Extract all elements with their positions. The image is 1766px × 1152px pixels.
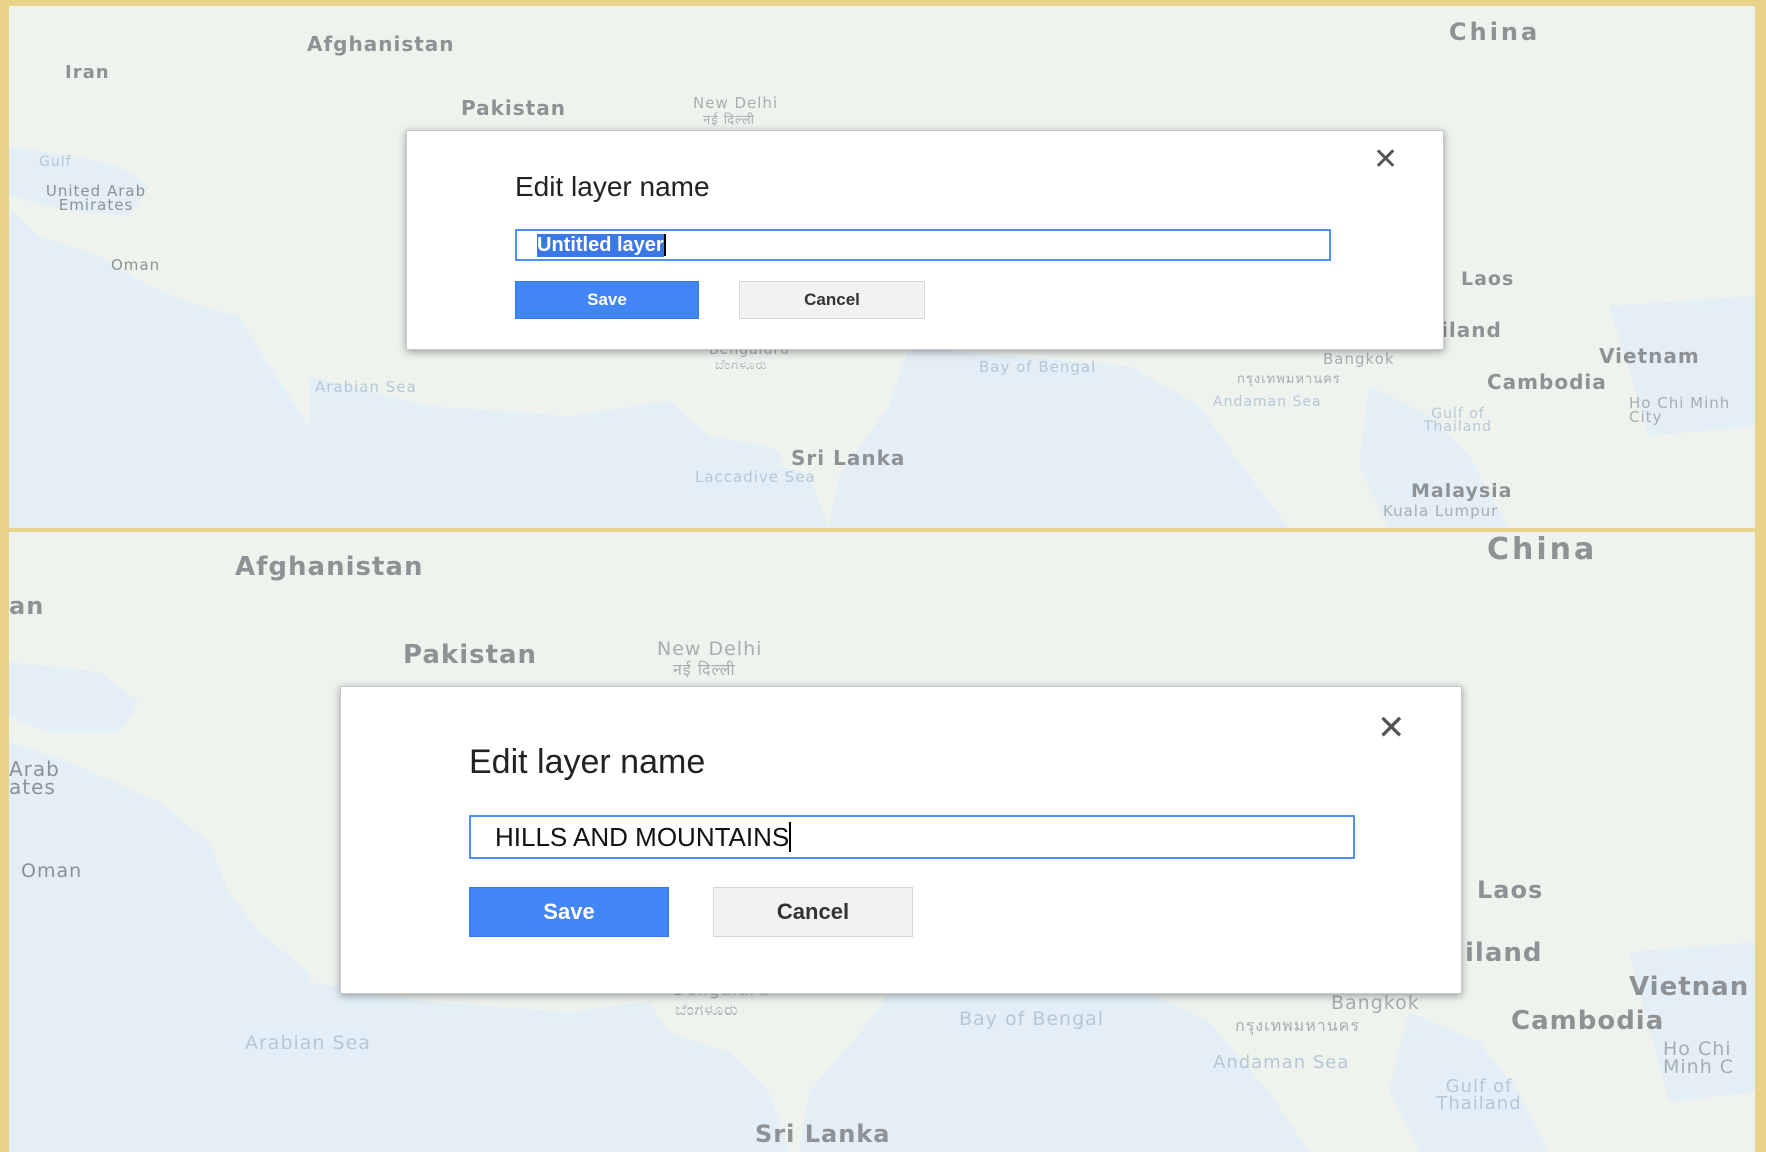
map-label-cambodia: Cambodia — [1511, 1006, 1665, 1036]
map-label-pakistan: Pakistan — [403, 640, 538, 670]
edit-layer-dialog-bottom: Edit layer name ✕ HILLS AND MOUNTAINS Sa… — [340, 686, 1462, 994]
map-label-cambodia: Cambodia — [1487, 370, 1607, 394]
map-label-vietnam: Vietnam — [1599, 344, 1700, 368]
layer-name-input[interactable]: HILLS AND MOUNTAINS — [469, 815, 1355, 859]
save-button[interactable]: Save — [469, 887, 669, 937]
close-icon[interactable]: ✕ — [1373, 145, 1398, 175]
map-label-laccadive-sea: Laccadive Sea — [695, 468, 816, 486]
map-label-thailand: iland — [1441, 318, 1502, 342]
text-caret — [663, 234, 666, 256]
input-selected-text: Untitled layer — [537, 233, 664, 257]
map-label-iran: an — [9, 592, 45, 620]
map-label-bangkok: Bangkok — [1323, 350, 1395, 368]
map-label-kuala-lumpur: Kuala Lumpur — [1383, 502, 1499, 520]
map-label-oman: Oman — [111, 256, 161, 274]
map-label-new-delhi-hindi: नई दिल्ली — [703, 113, 756, 128]
map-label-laos: Laos — [1461, 268, 1515, 290]
map-label-pakistan: Pakistan — [461, 96, 566, 120]
map-label-afghanistan: Afghanistan — [307, 32, 455, 56]
map-label-bangkok: Bangkok — [1331, 992, 1420, 1014]
map-label-bangkok-thai: กรุงเทพมหานคร — [1237, 372, 1341, 387]
map-label-gulf-of-thailand: Gulf of Thailand — [1423, 406, 1493, 435]
map-label-ho-chi-minh: Ho Chi Minh City — [1629, 394, 1731, 426]
map-label-new-delhi-hindi: नई दिल्ली — [673, 660, 736, 679]
map-label-laos: Laos — [1477, 876, 1544, 904]
map-label-uae: United Arab Emirates — [45, 182, 147, 214]
map-label-bengaluru-kannada: ಬೆಂಗಳೂರು — [675, 1000, 739, 1019]
map-label-new-delhi: New Delhi — [657, 638, 763, 660]
map-label-malaysia: Malaysia — [1411, 480, 1513, 502]
dialog-title: Edit layer name — [469, 743, 706, 781]
map-label-andaman-sea: Andaman Sea — [1213, 1052, 1350, 1073]
map-label-bay-of-bengal: Bay of Bengal — [979, 358, 1097, 376]
text-caret — [789, 822, 792, 852]
input-text: HILLS AND MOUNTAINS — [495, 821, 790, 852]
map-label-arabian-sea: Arabian Sea — [245, 1032, 371, 1054]
map-label-sri-lanka: Sri Lanka — [755, 1120, 891, 1148]
map-label-vietnam: Vietnan — [1629, 972, 1750, 1002]
dialog-title: Edit layer name — [515, 171, 710, 202]
cancel-button[interactable]: Cancel — [713, 887, 913, 937]
map-label-iran: Iran — [65, 62, 110, 83]
map-panel-top[interactable]: Afghanistan Iran Pakistan New Delhi नई द… — [9, 6, 1755, 528]
map-label-bay-of-bengal: Bay of Bengal — [959, 1008, 1105, 1030]
map-label-gulf: Gulf — [39, 154, 72, 170]
layer-name-input[interactable]: Untitled layer — [515, 229, 1331, 261]
edit-layer-dialog-top: Edit layer name ✕ Untitled layer Save Ca… — [406, 130, 1444, 350]
map-label-afghanistan: Afghanistan — [235, 552, 424, 582]
map-label-bangkok-thai: กรุงเทพมหานคร — [1235, 1016, 1360, 1035]
save-button[interactable]: Save — [515, 281, 699, 319]
map-label-arabian-sea: Arabian Sea — [315, 378, 417, 396]
map-label-sri-lanka: Sri Lanka — [791, 446, 906, 470]
close-icon[interactable]: ✕ — [1377, 711, 1406, 745]
map-label-bengaluru-kannada: ಬೆಂಗಳೂರು — [715, 358, 768, 373]
map-label-oman: Oman — [21, 860, 83, 882]
map-label-gulf-of-thailand: Gulf of Thailand — [1436, 1076, 1522, 1114]
map-label-uae: Arab ates — [9, 757, 60, 799]
cancel-button[interactable]: Cancel — [739, 281, 925, 319]
map-label-thailand: iland — [1465, 938, 1543, 968]
map-label-china: China — [1487, 532, 1598, 567]
map-panel-bottom[interactable]: Afghanistan an Pakistan New Delhi नई दिल… — [9, 532, 1755, 1152]
map-label-ho-chi-minh: Ho Chi Minh C — [1663, 1038, 1735, 1078]
map-label-andaman-sea: Andaman Sea — [1213, 394, 1322, 410]
map-label-china: China — [1449, 18, 1541, 46]
